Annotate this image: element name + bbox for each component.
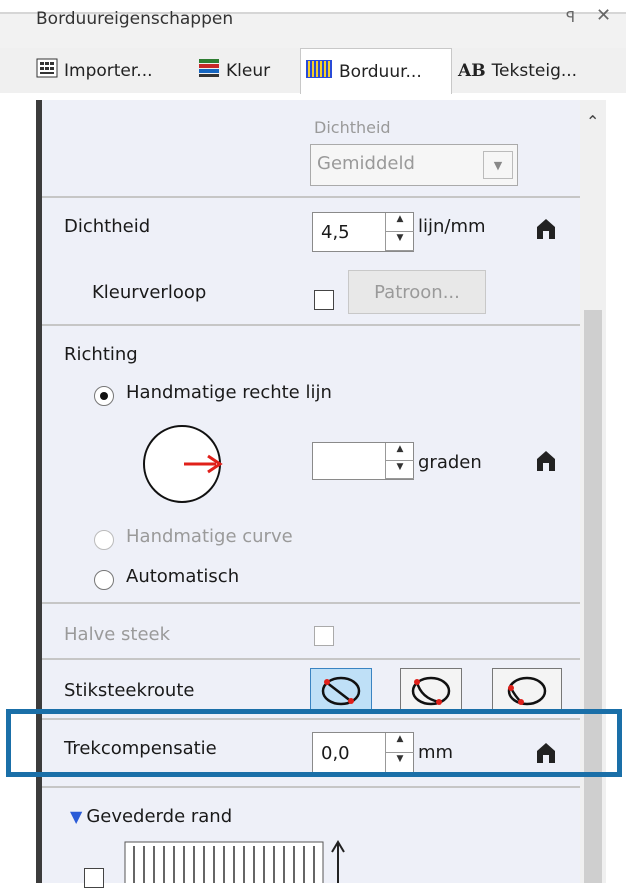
angle-stepper[interactable]: ▲ ▼ [385, 443, 414, 479]
route-loop-icon [321, 676, 361, 706]
radio-manual-line[interactable] [94, 386, 114, 406]
density-label: Dichtheid [64, 216, 151, 237]
gradient-label: Kleurverloop [92, 282, 207, 303]
divider [42, 324, 580, 326]
half-stitch-label: Halve steek [64, 624, 171, 645]
highlight-box [6, 709, 622, 777]
density-stepper[interactable]: ▲ ▼ [385, 213, 414, 251]
tab-text-properties[interactable]: AB Teksteig... [458, 48, 618, 93]
house-icon[interactable] [536, 450, 556, 476]
half-stitch-checkbox[interactable] [314, 626, 334, 646]
tab-import-label: Importer... [64, 60, 153, 81]
expand-triangle-icon[interactable]: ▼ [70, 807, 82, 826]
radio-manual-curve[interactable] [94, 530, 114, 550]
up-arrow-icon[interactable]: ▲ [386, 213, 414, 232]
tab-embroidery[interactable]: Borduur... [300, 48, 452, 94]
tab-color[interactable]: Kleur [198, 48, 290, 93]
radio-selected-dot [100, 392, 108, 400]
density-spinner[interactable]: 4,5 ▲ ▼ [312, 212, 414, 252]
scrollbar-thumb[interactable] [584, 310, 602, 883]
up-arrow-icon[interactable]: ▲ [386, 443, 414, 461]
close-icon[interactable]: ✕ [596, 5, 611, 26]
tab-color-label: Kleur [226, 60, 271, 81]
route-loop-icon [507, 676, 547, 706]
feather-edge-preview-icon [124, 840, 354, 887]
route-label: Stiksteekroute [64, 680, 195, 701]
gradient-checkbox[interactable] [314, 290, 334, 310]
text-icon: AB [458, 60, 486, 81]
route-option-2-button[interactable] [400, 668, 462, 714]
density-preset-value: Gemiddeld [317, 153, 415, 174]
tab-text-label: Teksteig... [491, 60, 578, 81]
density-preset-select[interactable]: Gemiddeld ▼ [310, 144, 518, 186]
pin-icon[interactable]: ꟼ [566, 8, 575, 26]
divider [42, 786, 580, 788]
tab-bar: Importer... Kleur Borduur... AB Teksteig… [0, 48, 626, 94]
angle-unit: graden [418, 452, 482, 473]
option-automatic-label: Automatisch [126, 566, 240, 587]
direction-label: Richting [64, 344, 138, 365]
route-option-1-button[interactable] [310, 668, 372, 714]
option-manual-curve-label: Handmatige curve [126, 526, 293, 547]
chevron-down-icon[interactable]: ▼ [483, 151, 513, 179]
down-arrow-icon[interactable]: ▼ [386, 232, 414, 251]
import-icon [36, 58, 58, 83]
route-option-3-button[interactable] [492, 668, 562, 714]
angle-spinner[interactable]: ▲ ▼ [312, 442, 414, 480]
divider [42, 602, 580, 604]
option-manual-line-label: Handmatige rechte lijn [126, 382, 332, 403]
house-icon[interactable] [536, 218, 556, 244]
panel-title: Borduureigenschappen [36, 9, 234, 29]
color-icon [198, 58, 220, 83]
tab-embroidery-label: Borduur... [339, 61, 422, 82]
down-arrow-icon[interactable]: ▼ [386, 461, 414, 479]
density-caption: Dichtheid [314, 118, 391, 137]
feather-edge-checkbox[interactable] [84, 868, 104, 888]
density-unit: lijn/mm [418, 216, 486, 237]
scroll-up-icon[interactable]: ⌃ [586, 112, 599, 131]
embroidery-icon [305, 59, 333, 84]
feather-edge-label: Gevederde rand [86, 806, 233, 827]
divider [42, 658, 580, 660]
density-value: 4,5 [321, 222, 350, 243]
feather-edge-header[interactable]: ▼ Gevederde rand [70, 806, 232, 827]
divider [42, 196, 580, 198]
route-loop-icon [411, 676, 451, 706]
pattern-button[interactable]: Patroon... [348, 270, 486, 314]
radio-automatic[interactable] [94, 570, 114, 590]
tab-import[interactable]: Importer... [36, 48, 186, 93]
angle-dial[interactable] [140, 424, 224, 508]
